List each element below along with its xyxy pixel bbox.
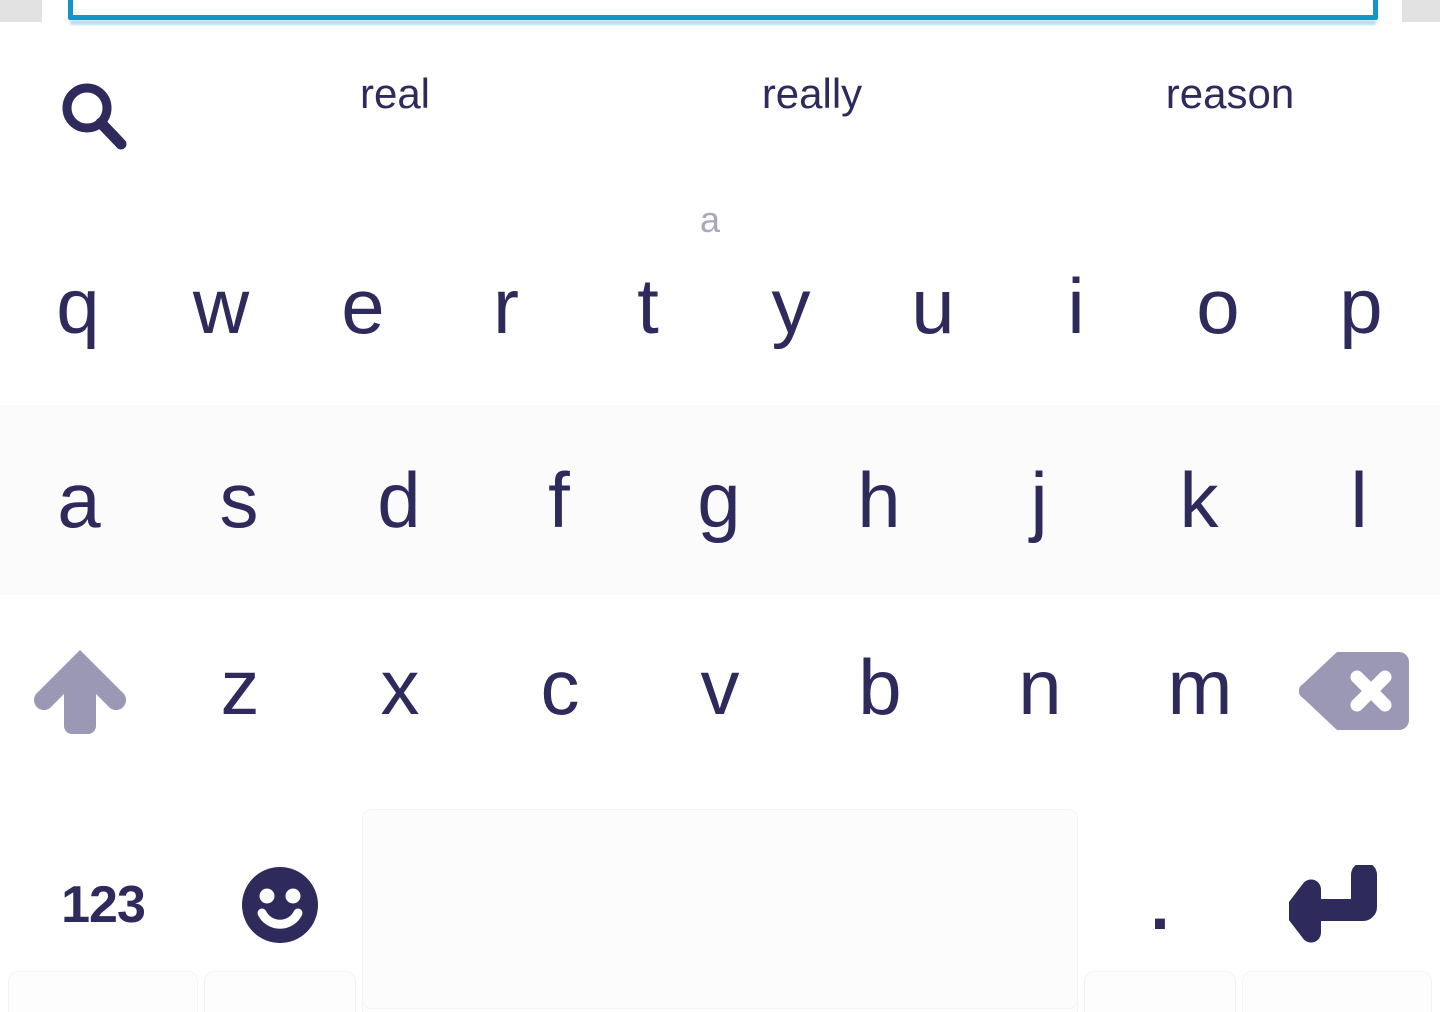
key-c[interactable]: c <box>489 627 631 747</box>
emoji-smiley-icon <box>242 867 318 943</box>
numeric-key-plate <box>8 971 198 1012</box>
key-v[interactable]: v <box>649 627 791 747</box>
key-j[interactable]: j <box>968 440 1110 560</box>
space-key[interactable] <box>362 809 1078 1009</box>
keyboard-row-asdf: a s d f g h j k l <box>0 405 1440 595</box>
keyboard-screen: real really reason a q w e r t y u i o p… <box>0 0 1440 1012</box>
key-e[interactable]: e <box>292 246 434 366</box>
key-h[interactable]: h <box>808 440 950 560</box>
numeric-key[interactable]: 123 <box>8 845 198 965</box>
key-n[interactable]: n <box>969 627 1111 747</box>
keyboard-row-bottom: 123 . <box>0 795 1440 1012</box>
shift-arrow-up-icon <box>34 650 127 734</box>
text-field-shadow <box>70 20 1376 25</box>
search-icon[interactable] <box>55 78 135 158</box>
enter-return-arrow-icon <box>1289 865 1377 943</box>
key-z[interactable]: z <box>169 627 311 747</box>
emoji-key-plate <box>204 971 356 1012</box>
virtual-keyboard: a q w e r t y u i o p a s d f g h j k l <box>0 156 1440 1012</box>
key-u[interactable]: u <box>862 246 1004 366</box>
key-k[interactable]: k <box>1128 440 1270 560</box>
key-i[interactable]: i <box>1005 246 1147 366</box>
key-g[interactable]: g <box>648 440 790 560</box>
period-key[interactable]: . <box>1084 845 1236 965</box>
key-d[interactable]: d <box>328 440 470 560</box>
suggestion-item-2[interactable]: reason <box>1085 64 1375 124</box>
key-y[interactable]: y <box>720 246 862 366</box>
key-hint-a: a <box>700 199 721 240</box>
suggestion-item-0[interactable]: real <box>250 64 540 124</box>
key-s[interactable]: s <box>168 440 310 560</box>
left-gutter <box>0 0 42 22</box>
key-o[interactable]: o <box>1147 246 1289 366</box>
keyboard-row-zxcv: z x c v b n m <box>0 595 1440 795</box>
key-q[interactable]: q <box>7 246 149 366</box>
key-r[interactable]: r <box>435 246 577 366</box>
key-l[interactable]: l <box>1288 440 1430 560</box>
key-a[interactable]: a <box>8 440 150 560</box>
key-p[interactable]: p <box>1290 246 1432 366</box>
suggestion-strip: real really reason <box>0 26 1440 156</box>
key-w[interactable]: w <box>150 246 292 366</box>
enter-key-plate <box>1242 971 1432 1012</box>
key-b[interactable]: b <box>809 627 951 747</box>
keyboard-row-qwerty: a q w e r t y u i o p <box>0 156 1440 405</box>
period-key-plate <box>1084 971 1236 1012</box>
backspace-delete-icon <box>1299 652 1409 730</box>
emoji-key[interactable] <box>204 845 356 965</box>
backspace-key[interactable] <box>1295 645 1415 737</box>
suggestion-item-1[interactable]: really <box>667 64 957 124</box>
search-input[interactable] <box>68 0 1378 20</box>
right-gutter <box>1402 0 1440 22</box>
key-t[interactable]: t <box>577 246 719 366</box>
key-m[interactable]: m <box>1129 627 1271 747</box>
text-field-strip <box>0 0 1440 26</box>
shift-key[interactable] <box>20 637 140 747</box>
enter-key[interactable] <box>1242 845 1432 965</box>
key-x[interactable]: x <box>329 627 471 747</box>
key-f[interactable]: f <box>488 440 630 560</box>
